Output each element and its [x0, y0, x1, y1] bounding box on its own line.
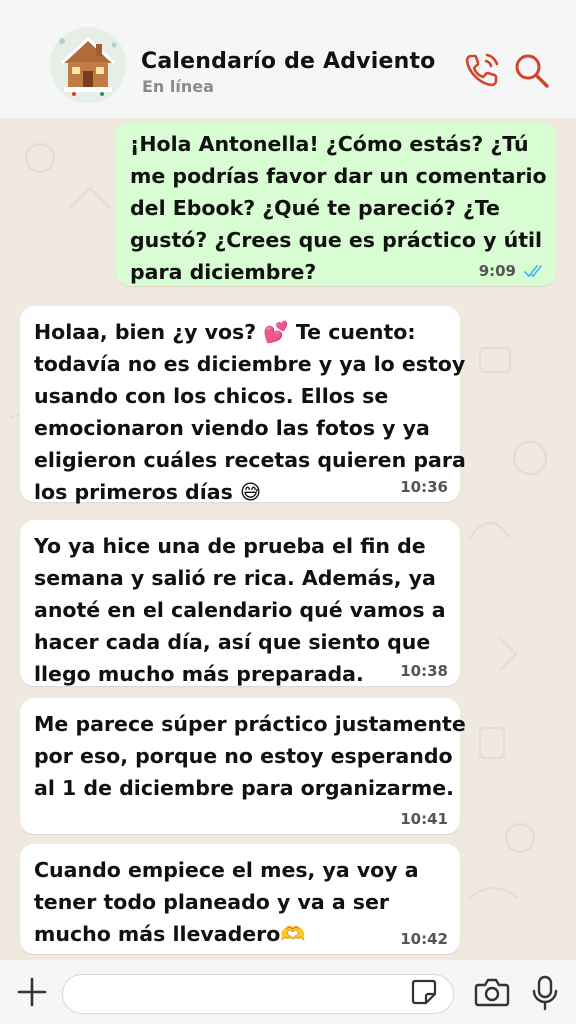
message-text: Yo ya hice una de prueba el fin de seman…	[34, 534, 446, 686]
gingerbread-house-image	[50, 27, 126, 103]
message-text: Cuando empiece el mes, ya voy a tener to…	[34, 858, 419, 946]
incoming-message[interactable]: Yo ya hice una de prueba el fin de seman…	[20, 520, 460, 686]
contact-avatar[interactable]	[50, 27, 126, 103]
message-time: 10:36	[400, 478, 448, 496]
incoming-message[interactable]: Cuando empiece el mes, ya voy a tener to…	[20, 844, 460, 954]
sticker-icon[interactable]	[410, 978, 438, 1006]
incoming-message[interactable]: Holaa, bien ¿y vos? 💕 Te cuento: todavía…	[20, 306, 466, 504]
outgoing-message[interactable]: ¡Hola Antonella! ¿Cómo estás? ¿Tú me pod…	[116, 122, 556, 286]
double-check-read-icon	[524, 265, 542, 278]
message-time: 10:41	[400, 810, 448, 828]
message-input[interactable]	[62, 974, 454, 1014]
message-input-bar	[0, 960, 576, 1024]
camera-icon[interactable]	[474, 976, 510, 1008]
plus-icon[interactable]	[14, 974, 50, 1010]
chat-header: Calendarío de Adviento En línea	[0, 0, 576, 118]
chat-area[interactable]: ¡Hola Antonella! ¿Cómo estás? ¿Tú me pod…	[0, 118, 576, 960]
search-icon[interactable]	[513, 52, 551, 90]
message-text: Me parece súper práctico justamente por …	[34, 712, 466, 800]
phone-call-icon[interactable]	[462, 50, 502, 90]
contact-status: En línea	[142, 77, 214, 96]
microphone-icon[interactable]	[530, 974, 560, 1012]
message-time: 9:09	[478, 262, 516, 280]
message-time: 10:38	[400, 662, 448, 680]
message-time: 10:42	[400, 930, 448, 948]
message-text: Holaa, bien ¿y vos? 💕 Te cuento: todavía…	[34, 320, 466, 504]
contact-name[interactable]: Calendarío de Adviento	[141, 49, 435, 74]
incoming-message[interactable]: Me parece súper práctico justamente por …	[20, 698, 466, 834]
